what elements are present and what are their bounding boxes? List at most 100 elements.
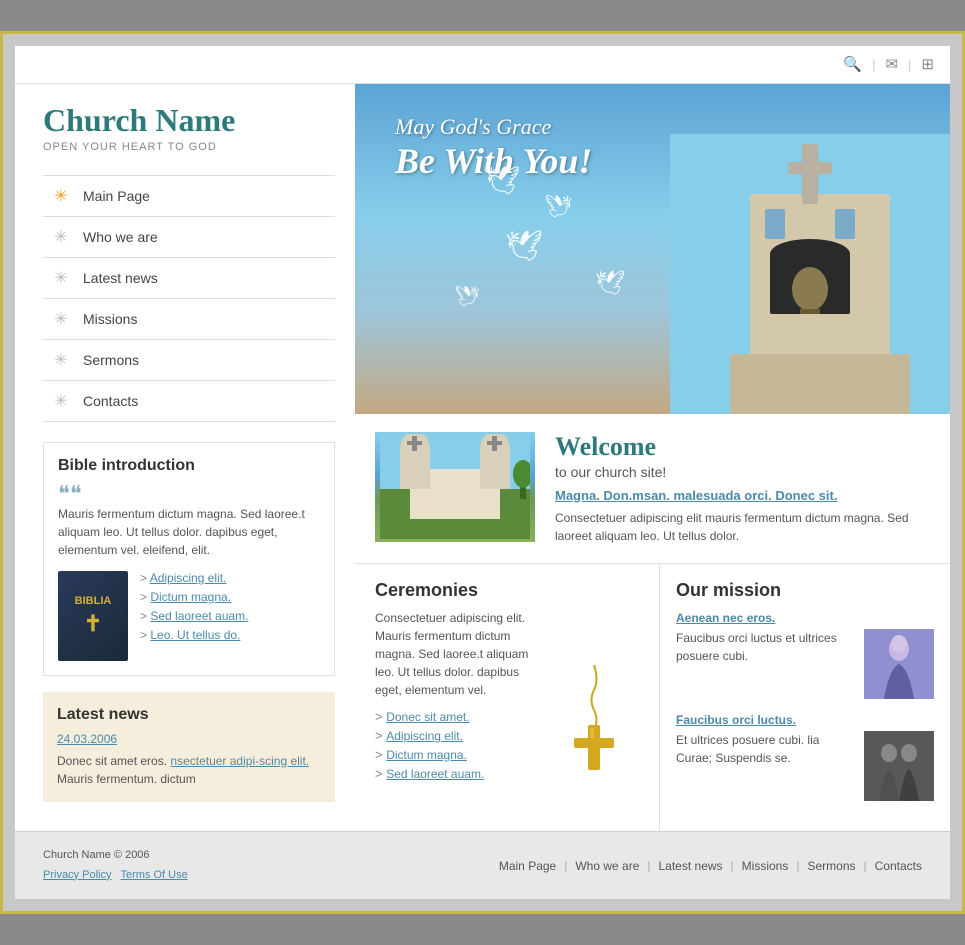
main-layout: Church Name OPEN YOUR HEART TO GOD ✳ Mai… <box>15 84 950 831</box>
ceremonies-link-1[interactable]: Donec sit amet. <box>375 709 537 724</box>
church-tower-svg <box>670 134 950 414</box>
church-thumbnail <box>375 432 535 542</box>
church-tagline: OPEN YOUR HEART TO GOD <box>43 141 335 153</box>
dove-icon-2: 🕊 <box>545 194 573 220</box>
ceremonies-link-4[interactable]: Sed laoreet auam. <box>375 766 537 781</box>
ceremonies-link-3[interactable]: Dictum magna. <box>375 747 537 762</box>
terms-of-use-link[interactable]: Terms Of Use <box>120 869 187 881</box>
footer-sep-1: | <box>564 859 567 873</box>
nav-star-icon-6: ✳ <box>51 391 71 411</box>
welcome-subtitle: to our church site! <box>555 464 930 480</box>
bible-intro-section: Bible introduction ❝❝ Mauris fermentum d… <box>43 442 335 676</box>
news-link[interactable]: nsectetuer adipi-scing elit. <box>170 754 309 768</box>
church-name: Church Name <box>43 102 335 139</box>
bible-links-list: Adipiscing elit. Dictum magna. Sed laore… <box>140 571 248 647</box>
footer-sep-5: | <box>864 859 867 873</box>
bible-link-4[interactable]: Leo. Ut tellus do. <box>140 628 248 642</box>
dove-icon-3: 🕊 <box>505 229 543 264</box>
footer-nav-who-we-are[interactable]: Who we are <box>575 859 639 873</box>
nav-label-missions: Missions <box>83 311 137 327</box>
nav-item-missions[interactable]: ✳ Missions <box>43 299 335 340</box>
mission-item-2: Faucibus orci luctus. Et ultrices posuer… <box>676 713 934 801</box>
bible-bottom: BIBLIA ✝ Adipiscing elit. Dictum magna. … <box>58 571 320 661</box>
nav-label-who-we-are: Who we are <box>83 229 158 245</box>
welcome-text-area: Welcome to our church site! Magna. Don.m… <box>555 432 930 545</box>
footer-nav-missions[interactable]: Missions <box>742 859 789 873</box>
outer-wrapper: 🔍 | ✉ | ⊞ Church Name OPEN YOUR HEART TO… <box>0 31 965 915</box>
nav-label-latest-news: Latest news <box>83 270 158 286</box>
cross-pendant-svg <box>554 665 634 775</box>
nav-item-latest-news[interactable]: ✳ Latest news <box>43 258 335 299</box>
nav-label-sermons: Sermons <box>83 352 139 368</box>
nav-star-icon-2: ✳ <box>51 227 71 247</box>
grid-icon[interactable]: ⊞ <box>921 55 934 73</box>
news-date-link[interactable]: 24.03.2006 <box>57 732 321 746</box>
nav-menu: ✳ Main Page ✳ Who we are ✳ Latest news ✳… <box>43 175 335 422</box>
nav-star-icon-4: ✳ <box>51 309 71 329</box>
hero-line1: May God's Grace <box>395 114 592 140</box>
bible-link-2[interactable]: Dictum magna. <box>140 590 248 604</box>
nav-item-contacts[interactable]: ✳ Contacts <box>43 381 335 422</box>
logo-area: Church Name OPEN YOUR HEART TO GOD <box>43 102 335 175</box>
ceremonies-section: Ceremonies Consectetuer adipiscing elit.… <box>355 564 660 831</box>
news-body-text: Donec sit amet eros. nsectetuer adipi-sc… <box>57 752 321 788</box>
dove-icon-5: 🕊 <box>455 284 480 309</box>
mission-item-2-inner: Et ultrices posuere cubi. lia Curae; Sus… <box>676 731 934 801</box>
nav-item-sermons[interactable]: ✳ Sermons <box>43 340 335 381</box>
ceremonies-link-2[interactable]: Adipiscing elit. <box>375 728 537 743</box>
nav-item-main-page[interactable]: ✳ Main Page <box>43 176 335 217</box>
footer-nav-sermons[interactable]: Sermons <box>807 859 855 873</box>
footer-links-line: Privacy Policy Terms Of Use <box>43 866 188 886</box>
mission-title: Our mission <box>676 580 934 601</box>
footer-nav-main-page[interactable]: Main Page <box>499 859 556 873</box>
cross-pendant-image <box>549 609 639 785</box>
second-row: Welcome to our church site! Magna. Don.m… <box>355 414 950 564</box>
footer-sep-4: | <box>796 859 799 873</box>
bible-cross-icon: ✝ <box>84 611 102 637</box>
quote-mark: ❝❝ <box>58 483 320 505</box>
mission-text-1: Faucibus orci luctus et ultrices posuere… <box>676 629 854 699</box>
nav-star-icon-5: ✳ <box>51 350 71 370</box>
mission-section: Our mission Aenean nec eros. Faucibus or… <box>660 564 950 831</box>
ceremonies-body: Consectetuer adipiscing elit. Mauris fer… <box>375 609 537 699</box>
bible-link-1[interactable]: Adipiscing elit. <box>140 571 248 585</box>
mission-thumb-2 <box>864 731 934 801</box>
ceremonies-text: Consectetuer adipiscing elit. Mauris fer… <box>375 609 537 785</box>
mail-icon[interactable]: ✉ <box>885 55 898 73</box>
footer-nav-latest-news[interactable]: Latest news <box>659 859 723 873</box>
divider2: | <box>908 57 911 72</box>
welcome-link[interactable]: Magna. Don.msan. malesuada orci. Donec s… <box>555 488 930 503</box>
nav-item-who-we-are[interactable]: ✳ Who we are <box>43 217 335 258</box>
mission-link-1[interactable]: Aenean nec eros. <box>676 611 934 625</box>
latest-news-sidebar: Latest news 24.03.2006 Donec sit amet er… <box>43 692 335 802</box>
privacy-policy-link[interactable]: Privacy Policy <box>43 869 111 881</box>
content-area: May God's Grace Be With You! 🕊 🕊 🕊 🕊 🕊 <box>355 84 950 831</box>
page-wrapper: 🔍 | ✉ | ⊞ Church Name OPEN YOUR HEART TO… <box>15 46 950 900</box>
sidebar: Church Name OPEN YOUR HEART TO GOD ✳ Mai… <box>15 84 355 831</box>
mission-link-2[interactable]: Faucibus orci luctus. <box>676 713 934 727</box>
divider1: | <box>872 57 875 72</box>
footer-nav-contacts[interactable]: Contacts <box>875 859 922 873</box>
bible-book-title: BIBLIA <box>75 595 112 607</box>
mission-thumb-1 <box>864 629 934 699</box>
bible-link-3[interactable]: Sed laoreet auam. <box>140 609 248 623</box>
mission-item-1: Aenean nec eros. Faucibus orci luctus et… <box>676 611 934 699</box>
nav-label-main-page: Main Page <box>83 188 150 204</box>
bible-intro-text: Mauris fermentum dictum magna. Sed laore… <box>58 505 320 559</box>
footer-sep-3: | <box>731 859 734 873</box>
nav-label-contacts: Contacts <box>83 393 138 409</box>
hero-banner: May God's Grace Be With You! 🕊 🕊 🕊 🕊 🕊 <box>355 84 950 414</box>
footer-left: Church Name © 2006 Privacy Policy Terms … <box>43 846 188 886</box>
bottom-row: Ceremonies Consectetuer adipiscing elit.… <box>355 564 950 831</box>
church-thumb-inner <box>375 432 535 542</box>
dove-icon-4: 🕊 <box>595 269 625 298</box>
footer-copyright: Church Name © 2006 <box>43 846 188 866</box>
mission-item-1-inner: Faucibus orci luctus et ultrices posuere… <box>676 629 934 699</box>
bible-book-image: BIBLIA ✝ <box>58 571 128 661</box>
ceremonies-layout: Consectetuer adipiscing elit. Mauris fer… <box>375 609 639 785</box>
search-icon[interactable]: 🔍 <box>843 55 862 73</box>
welcome-title: Welcome <box>555 432 930 462</box>
dove-icon-1: 🕊 <box>485 164 521 197</box>
ceremonies-title: Ceremonies <box>375 580 639 601</box>
mission-text-2: Et ultrices posuere cubi. lia Curae; Sus… <box>676 731 854 801</box>
